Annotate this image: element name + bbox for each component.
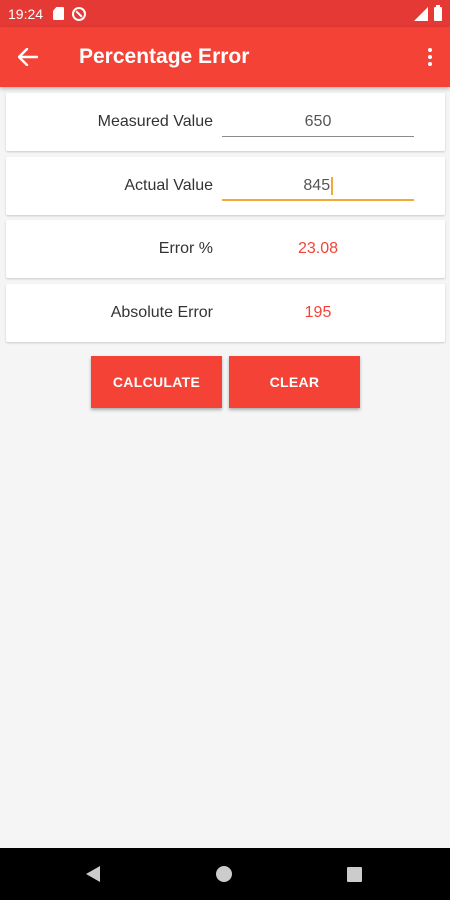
actual-value-label: Actual Value xyxy=(124,177,213,194)
nav-home-icon[interactable] xyxy=(216,866,232,882)
battery-icon xyxy=(434,4,442,21)
error-percent-row: Error % 23.08 xyxy=(6,220,445,278)
page-title: Percentage Error xyxy=(79,45,250,68)
app-bar: Percentage Error xyxy=(0,27,450,87)
text-cursor xyxy=(331,176,333,195)
error-percent-value: 23.08 xyxy=(297,240,339,257)
measured-value-row: Measured Value 650 xyxy=(6,93,445,151)
absolute-error-label: Absolute Error xyxy=(110,304,213,321)
error-percent-label: Error % xyxy=(158,240,213,257)
actual-value-input[interactable]: 845 xyxy=(222,171,414,201)
nav-back-icon[interactable] xyxy=(86,866,100,882)
absolute-error-value: 195 xyxy=(304,304,332,321)
absolute-error-row: Absolute Error 195 xyxy=(6,284,445,342)
system-nav-bar xyxy=(0,848,450,900)
calculate-button[interactable]: CALCULATE xyxy=(91,356,222,408)
do-not-disturb-icon xyxy=(72,6,87,21)
actual-value-row: Actual Value 845 xyxy=(6,157,445,215)
sd-card-icon xyxy=(53,7,65,20)
back-arrow-icon[interactable] xyxy=(0,27,56,87)
status-bar: 19:24 xyxy=(0,0,450,27)
measured-value-input[interactable]: 650 xyxy=(222,107,414,137)
clear-button[interactable]: CLEAR xyxy=(229,356,360,408)
measured-value-label: Measured Value xyxy=(97,113,213,130)
overflow-menu-icon[interactable] xyxy=(410,27,450,87)
nav-recents-icon[interactable] xyxy=(347,866,362,882)
actual-value-text: 845 xyxy=(303,177,331,194)
status-time: 19:24 xyxy=(8,5,44,22)
signal-icon xyxy=(414,6,428,21)
